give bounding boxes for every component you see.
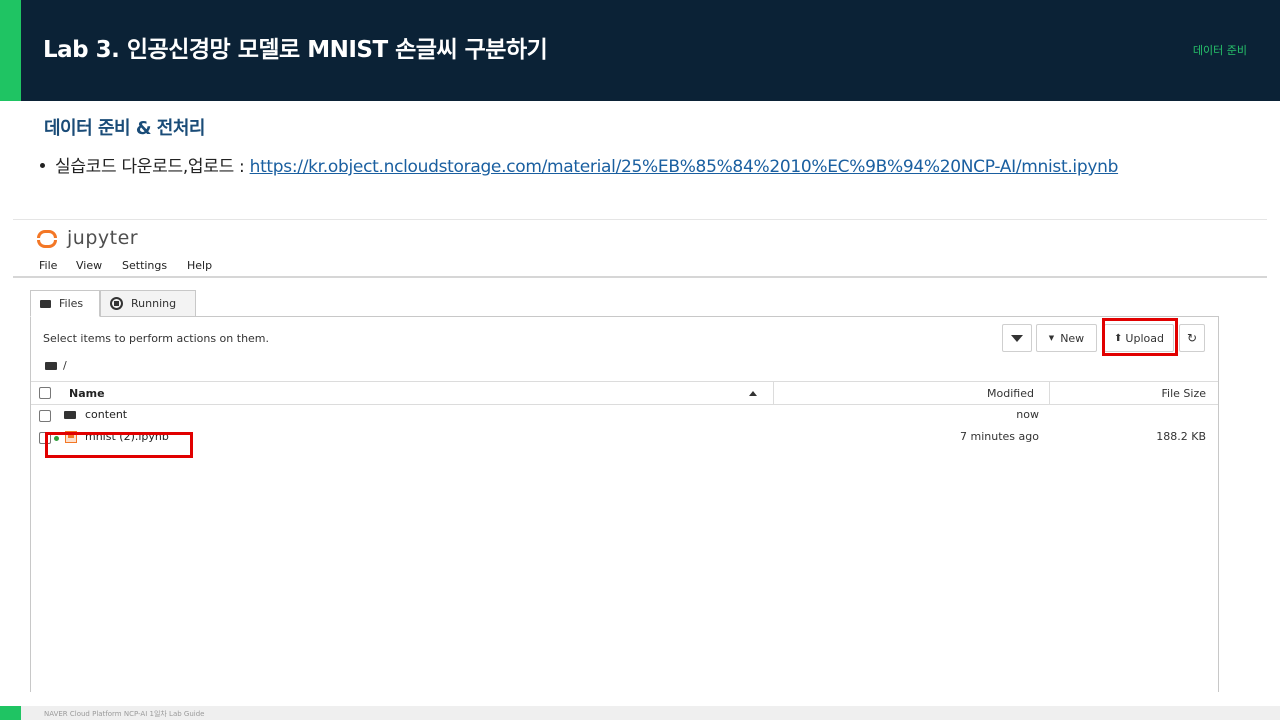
row-checkbox[interactable] bbox=[39, 410, 51, 422]
breadcrumb[interactable]: / bbox=[45, 359, 67, 372]
column-modified[interactable]: Modified bbox=[987, 387, 1034, 400]
select-message: Select items to perform actions on them. bbox=[43, 332, 270, 345]
column-name[interactable]: Name bbox=[69, 387, 105, 400]
breadcrumb-root: / bbox=[63, 359, 67, 372]
sort-up-icon[interactable] bbox=[749, 391, 757, 396]
tab-files-label: Files bbox=[59, 297, 84, 310]
new-button-label: New bbox=[1060, 331, 1085, 345]
stop-circle-icon bbox=[110, 297, 123, 310]
header-accent bbox=[0, 0, 21, 101]
bullet-text: 실습코드 다운로드,업로드 : bbox=[55, 157, 250, 177]
list-header: Name Modified File Size bbox=[31, 381, 1218, 405]
menu-file[interactable]: File bbox=[39, 259, 57, 272]
tab-running[interactable]: Running bbox=[100, 290, 196, 317]
select-all-checkbox[interactable] bbox=[39, 387, 51, 399]
new-button[interactable]: ▼ New bbox=[1036, 324, 1097, 352]
column-divider bbox=[1049, 382, 1050, 404]
menu-bar: File View Settings Help bbox=[13, 256, 1267, 278]
running-status-icon bbox=[54, 436, 59, 441]
jupyter-screenshot: jupyter File View Settings Help Files Ru… bbox=[13, 219, 1267, 692]
bullet-dot bbox=[40, 162, 45, 168]
file-size: 188.2 KB bbox=[1156, 430, 1206, 443]
page-title: Lab 3. 인공신경망 모델로 MNIST 손글씨 구분하기 bbox=[43, 37, 548, 63]
column-divider bbox=[773, 382, 774, 404]
file-row-notebook[interactable]: mnist (2).ipynb 7 minutes ago 188.2 KB bbox=[31, 427, 1218, 449]
file-modified: 7 minutes ago bbox=[960, 430, 1039, 443]
refresh-button[interactable]: ↻ bbox=[1179, 324, 1205, 352]
refresh-icon: ↻ bbox=[1186, 331, 1198, 345]
caret-down-icon: ▼ bbox=[1048, 334, 1055, 342]
footer-accent bbox=[0, 706, 21, 720]
row-checkbox[interactable] bbox=[39, 432, 51, 444]
upload-button[interactable]: ⬆ Upload bbox=[1104, 324, 1174, 352]
upload-icon: ⬆ bbox=[1114, 332, 1123, 344]
menu-help[interactable]: Help bbox=[187, 259, 212, 272]
slide: Lab 3. 인공신경망 모델로 MNIST 손글씨 구분하기 데이터 준비 데… bbox=[0, 0, 1280, 720]
file-name[interactable]: content bbox=[85, 408, 127, 421]
bullet-download: 실습코드 다운로드,업로드 : https://kr.object.ncloud… bbox=[40, 152, 1118, 177]
folder-icon bbox=[45, 361, 57, 370]
tab-files[interactable]: Files bbox=[30, 290, 100, 317]
footer-text: NAVER Cloud Platform NCP-AI 1일차 Lab Guid… bbox=[44, 710, 205, 718]
jupyter-logo-icon bbox=[37, 227, 59, 249]
menu-settings[interactable]: Settings bbox=[122, 259, 167, 272]
jupyter-wordmark: jupyter bbox=[67, 227, 139, 249]
folder-icon bbox=[40, 299, 51, 308]
filter-button[interactable] bbox=[1002, 324, 1032, 352]
folder-icon bbox=[64, 411, 76, 419]
section-tag: 데이터 준비 bbox=[1192, 44, 1247, 57]
tab-running-label: Running bbox=[131, 297, 177, 310]
column-file-size[interactable]: File Size bbox=[1162, 387, 1206, 400]
file-name[interactable]: mnist (2).ipynb bbox=[85, 430, 169, 443]
notebook-icon bbox=[65, 431, 77, 443]
download-link[interactable]: https://kr.object.ncloudstorage.com/mate… bbox=[250, 157, 1119, 177]
file-browser-panel: Select items to perform actions on them.… bbox=[30, 316, 1219, 692]
upload-button-label: Upload bbox=[1125, 331, 1164, 345]
jupyter-logo[interactable]: jupyter bbox=[37, 224, 138, 252]
filter-icon bbox=[1011, 334, 1023, 342]
file-modified: now bbox=[1016, 408, 1039, 421]
menu-view[interactable]: View bbox=[76, 259, 102, 272]
section-title: 데이터 준비 & 전처리 bbox=[44, 118, 205, 139]
file-row-content[interactable]: content now bbox=[31, 405, 1218, 427]
